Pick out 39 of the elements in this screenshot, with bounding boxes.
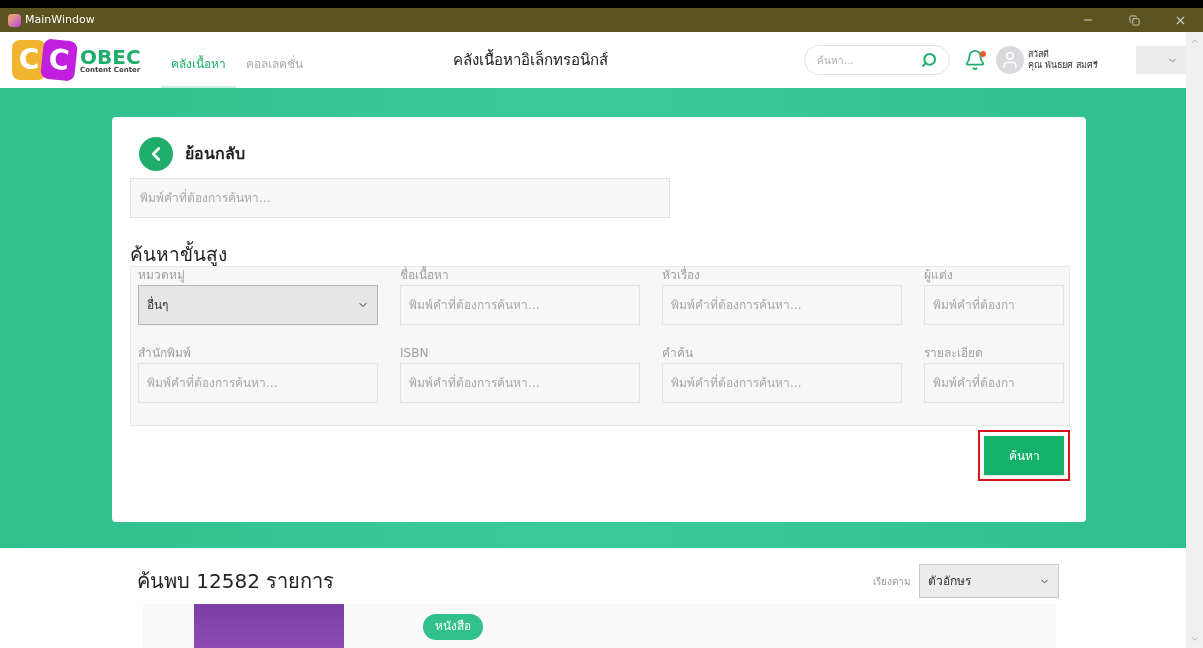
category-select[interactable]: อื่นๆ <box>138 285 378 325</box>
user-name: คุณ พันธยศ สมศรี <box>1028 60 1098 72</box>
results-count: ค้นพบ 12582 รายการ <box>137 568 335 595</box>
field-label: หมวดหมู่ <box>138 267 186 283</box>
input-field[interactable]: พิมพ์คำที่ต้องกา <box>924 363 1064 403</box>
restore-icon <box>1128 14 1140 26</box>
app-icon <box>8 13 21 27</box>
type-badge: หนังสือ <box>423 614 483 640</box>
search-input[interactable]: พิมพ์คำที่ต้องการค้นหา... <box>130 178 670 218</box>
bell-icon <box>964 49 987 71</box>
sort-label: เรียงตาม <box>873 574 911 589</box>
field-label: คำค้น <box>662 345 694 361</box>
scroll-down-icon[interactable] <box>1189 634 1200 644</box>
back-button[interactable]: ย้อนกลับ <box>139 137 1068 171</box>
notification-button[interactable] <box>964 49 987 71</box>
input-field[interactable]: พิมพ์คำที่ต้องการค้นหา... <box>400 285 640 325</box>
input-field[interactable]: พิมพ์คำที่ต้องการค้นหา... <box>400 363 640 403</box>
sort-select[interactable]: ตัวอักษร <box>919 564 1059 598</box>
field-label: รายละเอียด <box>924 345 984 361</box>
field-label: หัวเรื่อง <box>662 267 701 283</box>
greeting-text: สวัสดี <box>1028 48 1051 60</box>
field-label: สำนักพิมพ์ <box>138 345 192 361</box>
field-label: ผู้แต่ง <box>924 267 954 283</box>
input-field[interactable]: พิมพ์คำที่ต้องการค้นหา... <box>138 363 378 403</box>
input-field[interactable]: พิมพ์คำที่ต้องการค้นหา... <box>662 363 902 403</box>
search-field[interactable]: ค้นหา... <box>817 52 908 68</box>
avatar <box>996 46 1025 74</box>
logo-name: OBEC <box>80 46 141 67</box>
field-label: ISBN <box>400 345 430 361</box>
input-field[interactable]: พิมพ์คำที่ต้องการค้นหา... <box>662 285 902 325</box>
field-label: ชื่อเนื้อหา <box>400 267 450 283</box>
scroll-up-icon[interactable] <box>1189 36 1200 46</box>
input-field[interactable]: พิมพ์คำที่ต้องกา <box>924 285 1064 325</box>
user-menu-dropdown[interactable] <box>1136 46 1186 74</box>
logo-letter: C <box>40 38 78 82</box>
section-heading: ค้นหาขั้นสูง <box>130 242 228 266</box>
page-title: คลังเนื้อหาอิเล็กทรอนิกส์ <box>452 48 608 71</box>
window-title: MainWindow <box>25 11 95 28</box>
search-icon[interactable] <box>921 52 938 68</box>
